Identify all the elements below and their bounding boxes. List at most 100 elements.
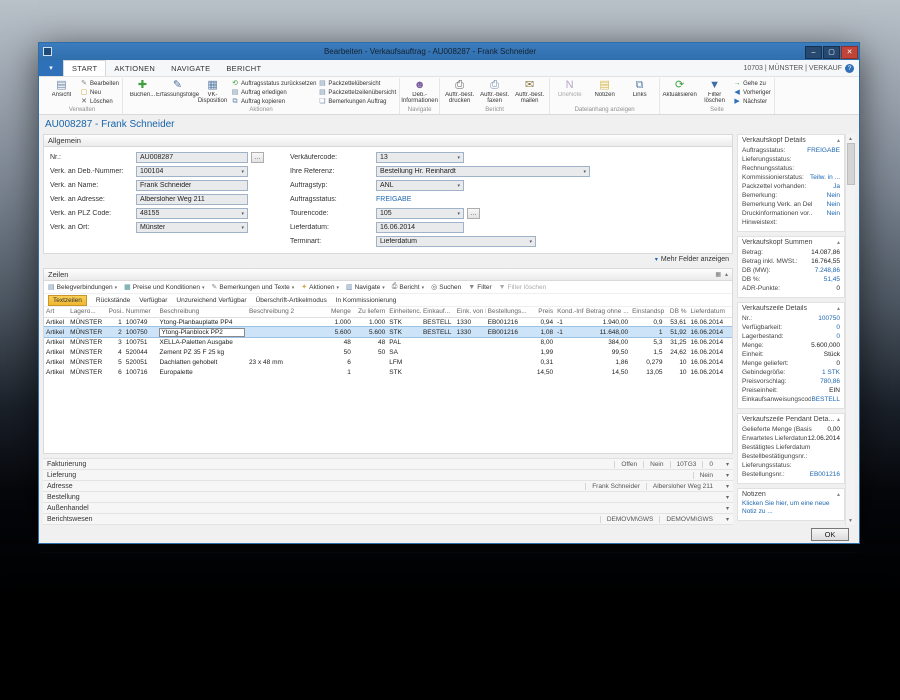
field-verk-an-adresse[interactable]: Albersloher Weg 211 bbox=[136, 194, 248, 205]
scroll-up-icon[interactable] bbox=[846, 134, 856, 143]
column-header-art[interactable]: Art bbox=[44, 307, 69, 318]
collapse-icon[interactable] bbox=[837, 239, 840, 246]
filter-tab-verf-gbar[interactable]: Verfügbar bbox=[139, 297, 167, 304]
auftragsstatus-zur-cksetzen-button[interactable]: ⟲ Auftragsstatus zurücksetzen bbox=[231, 80, 316, 88]
factbox-title[interactable]: Verkaufskopf Summen bbox=[742, 239, 812, 246]
column-header-eink-von-kre[interactable]: Eink. von Kre... bbox=[454, 307, 486, 318]
tab-bericht[interactable]: BERICHT bbox=[218, 60, 269, 76]
n-chster-button[interactable]: ▶ Nächster bbox=[733, 98, 771, 106]
table-row[interactable]: Artikel MÜNSTER 1 100749 Ytong-Planbauplatte… bbox=[44, 317, 732, 327]
lookup-button-tourencode[interactable] bbox=[467, 208, 480, 219]
collapse-chevron-icon[interactable] bbox=[719, 505, 729, 512]
factbox-title[interactable]: Verkaufszeile Details bbox=[742, 305, 807, 312]
scrollbar-thumb[interactable] bbox=[846, 143, 855, 185]
column-header-zu-liefern[interactable]: Zu liefern bbox=[352, 307, 388, 318]
minimize-button[interactable] bbox=[805, 45, 822, 59]
dropdown-arrow-icon[interactable] bbox=[580, 169, 586, 175]
auftrag-erledigen-button[interactable]: ▤ Auftrag erledigen bbox=[231, 89, 316, 97]
column-header-posi[interactable]: Posi... bbox=[106, 307, 124, 318]
collapse-chevron-icon[interactable] bbox=[719, 516, 729, 523]
ansicht-button[interactable]: ▤ Ansicht bbox=[45, 78, 78, 98]
column-header-beschreibung-2[interactable]: Beschreibung 2 bbox=[246, 307, 319, 318]
description-edit-field[interactable]: Ytong-Planblock PP2 bbox=[159, 327, 245, 337]
auftr-best-drucken-button[interactable]: ⎙ Auftr.-best. drucken bbox=[443, 78, 476, 105]
aktualisieren-button[interactable]: ⟳ Aktualisieren bbox=[662, 78, 696, 98]
auftr-best-mailen-button[interactable]: ✉ Auftr.-best. mailen bbox=[513, 78, 546, 105]
filter-l-schen-menu[interactable]: ▼ Filter löschen bbox=[499, 284, 547, 291]
vk-disposition-button[interactable]: ▦ VK-Disposition bbox=[196, 78, 229, 105]
column-header-preis[interactable]: Preis bbox=[528, 307, 556, 318]
dropdown-arrow-icon[interactable] bbox=[454, 211, 460, 217]
packzettel-bersicht-button[interactable]: ▤ Packzettelübersicht bbox=[318, 80, 396, 88]
fasttab-adresse[interactable]: Adresse Frank Schneider Albersloher Weg 21… bbox=[43, 481, 733, 492]
column-header-einstandspr[interactable]: Einstandspr... bbox=[630, 307, 665, 318]
bericht-menu[interactable]: ⎙ Bericht bbox=[392, 283, 424, 291]
buchen-button[interactable]: ✚ Buchen... bbox=[126, 78, 159, 98]
column-header-einkauf[interactable]: Einkauf... bbox=[420, 307, 455, 318]
dropdown-arrow-icon[interactable] bbox=[526, 239, 532, 245]
gehe-zu-button[interactable]: → Gehe zu bbox=[733, 80, 771, 88]
window-titlebar[interactable]: Bearbeiten - Verkaufsauftrag - AU008287 … bbox=[39, 43, 859, 60]
field-verk-an-plz-code[interactable]: 48155 bbox=[136, 208, 248, 219]
belegverbindungen-menu[interactable]: ▤ Belegverbindungen bbox=[48, 283, 117, 292]
filter-l-schen-button[interactable]: ▼ Filter löschen bbox=[698, 78, 731, 105]
factbox-title[interactable]: Verkaufskopf Details bbox=[742, 137, 806, 144]
fasttab-fakturierung[interactable]: Fakturierung Offen Nein 10TG3 0 bbox=[43, 459, 733, 470]
field-verk-an-name[interactable]: Frank Schneider bbox=[136, 180, 248, 191]
aktionen-menu[interactable]: ✦ Aktionen bbox=[301, 283, 339, 292]
navigate-menu[interactable]: ▥ Navigate bbox=[346, 283, 385, 292]
column-header-nummer[interactable]: Nummer bbox=[123, 307, 158, 318]
app-menu-button[interactable] bbox=[39, 60, 63, 76]
close-button[interactable] bbox=[841, 45, 858, 59]
notizen-button[interactable]: ▤ Notizen bbox=[588, 78, 621, 98]
table-row[interactable]: Artikel MÜNSTER 6 100716 Europalette 1 STK 14,5… bbox=[44, 367, 732, 377]
neu-button[interactable]: ▢ Neu bbox=[80, 89, 119, 97]
table-row[interactable]: Artikel MÜNSTER 5 520051 Dachlatten gehobelt… bbox=[44, 357, 732, 367]
more-fields-link[interactable]: Mehr Felder anzeigen bbox=[43, 254, 733, 265]
field-auftragstyp[interactable]: ANL bbox=[376, 180, 464, 191]
context-info[interactable]: 10703 | MÜNSTER | VERKAUF bbox=[743, 65, 842, 72]
tab-navigate[interactable]: NAVIGATE bbox=[163, 60, 218, 76]
field-ihre-referenz[interactable]: Bestellung Hr. Reinhardt bbox=[376, 166, 590, 177]
scroll-down-icon[interactable] bbox=[846, 516, 856, 525]
column-header-menge[interactable]: Menge bbox=[318, 307, 353, 318]
column-header-lagero[interactable]: Lagero... bbox=[68, 307, 107, 318]
bemerkungen-auftrag-button[interactable]: ❏ Bemerkungen Auftrag bbox=[318, 98, 396, 106]
suchen-menu[interactable]: ◎ Suchen bbox=[431, 283, 461, 292]
auftr-best-faxen-button[interactable]: ⎙ Auftr.-best. faxen bbox=[478, 78, 511, 105]
onenote-button[interactable]: N OneNote bbox=[553, 78, 586, 98]
collapse-icon[interactable] bbox=[837, 137, 840, 144]
vorheriger-button[interactable]: ◀ Vorheriger bbox=[733, 89, 770, 97]
collapse-chevron-icon[interactable] bbox=[719, 494, 729, 501]
tab-start[interactable]: START bbox=[63, 60, 107, 76]
auftrag-kopieren-button[interactable]: ⧉ Auftrag kopieren bbox=[231, 98, 316, 106]
links-button[interactable]: ⧉ Links bbox=[623, 78, 656, 98]
dropdown-arrow-icon[interactable] bbox=[238, 225, 244, 231]
column-header-lieferdatum[interactable]: Lieferdatum bbox=[688, 307, 732, 318]
field-auftragsstatus[interactable]: FREIGABE bbox=[376, 196, 411, 203]
sidebar-scrollbar[interactable] bbox=[845, 134, 855, 525]
field-verkaeufercode[interactable]: 13 bbox=[376, 152, 464, 163]
tab-aktionen[interactable]: AKTIONEN bbox=[106, 60, 163, 76]
column-header-kond-info[interactable]: Kond.-Info bbox=[555, 307, 584, 318]
expand-lines-icon[interactable] bbox=[715, 271, 721, 278]
fasttab-au-enhandel[interactable]: Außenhandel bbox=[43, 503, 733, 514]
filter-tab-berschrift-artikelmodus[interactable]: Überschrift-Artikelmodus bbox=[256, 297, 327, 304]
zeilen-header[interactable]: Zeilen bbox=[43, 268, 733, 281]
l-schen-button[interactable]: ✕ Löschen bbox=[80, 98, 119, 106]
collapse-icon[interactable] bbox=[837, 416, 840, 423]
column-header-db[interactable]: DB % bbox=[664, 307, 689, 318]
dropdown-arrow-icon[interactable] bbox=[454, 155, 460, 161]
field-verk-an-deb-nummer[interactable]: 100104 bbox=[136, 166, 248, 177]
filter-tab-unzureichend-verf-gbar[interactable]: Unzureichend Verfügbar bbox=[176, 297, 246, 304]
filter-tab-in-kommissionierung[interactable]: In Kommissionierung bbox=[336, 297, 397, 304]
column-header-einheitenc[interactable]: Einheitenc... bbox=[387, 307, 421, 318]
collapse-chevron-icon[interactable] bbox=[719, 472, 729, 479]
filter-tab-textzeilen[interactable]: Textzeilen bbox=[48, 294, 87, 306]
erfassungsfolge-button[interactable]: ✎ Erfassungsfolge bbox=[156, 78, 199, 98]
fasttab-lieferung[interactable]: Lieferung Nein bbox=[43, 470, 733, 481]
column-header-betrag-ohne[interactable]: Betrag ohne ... bbox=[583, 307, 631, 318]
field-verk-an-ort[interactable]: Münster bbox=[136, 222, 248, 233]
collapse-chevron-icon[interactable] bbox=[719, 483, 729, 490]
factbox-title[interactable]: Verkaufszeile Pendant Deta... bbox=[742, 416, 834, 423]
